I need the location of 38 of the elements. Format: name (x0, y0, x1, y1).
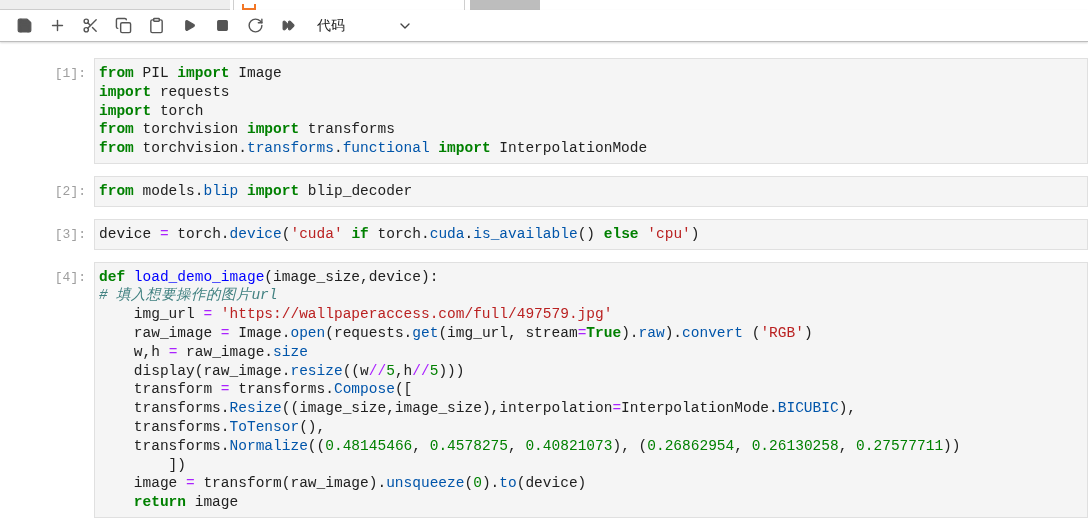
code-line: from PIL import Image (99, 64, 282, 83)
code-line: import torch (99, 101, 204, 121)
cell-type-dropdown[interactable]: 代码 (317, 12, 413, 39)
code-line: from torchvision import transforms (99, 120, 395, 140)
code-line: transforms.ToTensor(), (132, 417, 326, 437)
fast-forward-icon (282, 19, 295, 32)
code-line: return image (132, 493, 239, 512)
save-icon (16, 17, 33, 34)
scissors-icon (82, 17, 99, 34)
code-cell[interactable]: from PIL import Image import requests import torch from torchvision import transforms from torchvision.transforms.functional import InterpolationMode (94, 58, 1088, 164)
cell-prompt: [2]: (53, 183, 87, 201)
code-line: w,h = raw_image.size (132, 342, 308, 362)
code-cell[interactable]: from models.blip import blip_decoder (94, 176, 1088, 207)
plus-icon (49, 17, 66, 34)
stop-icon (216, 19, 229, 32)
code-line: ]) (167, 455, 186, 475)
code-line: transform = transforms.Compose([ (132, 380, 413, 400)
code-line: device = torch.device('cuda' if torch.cuda.is_available() else 'cpu') (99, 224, 700, 244)
code-line: def load_demo_image(image_size,device): (99, 267, 439, 287)
code-line: from models.blip import blip_decoder (99, 182, 413, 201)
copy-icon (115, 17, 132, 34)
clipboard-icon (148, 17, 165, 34)
code-line: raw_image = Image.open(requests.get(img_url, stream=True).raw).convert ('RGB') (132, 323, 813, 343)
code-line: img_url = 'https://wallpaperaccess.com/full/497579.jpg' (132, 305, 613, 324)
code-line: import requests (99, 82, 230, 102)
refresh-icon (247, 17, 264, 34)
play-icon (183, 19, 196, 32)
code-cell[interactable]: device = torch.device('cuda' if torch.cuda.is_available() else 'cpu') (94, 218, 1088, 250)
code-line: transforms.Normalize((0.48145466, 0.4578275, 0.40821073), (0.26862954, 0.26130258, 0.27577711)) (132, 436, 961, 456)
code-cell[interactable] (94, 261, 1088, 518)
code-line: from torchvision.transforms.functional import InterpolationMode (99, 139, 648, 158)
code-line: display(raw_image.resize((w//5,h//5))) (132, 361, 465, 381)
code-line: # 填入想要操作的图片url (99, 286, 278, 306)
code-line: transforms.Resize((image_size,image_size),interpolation=InterpolationMode.BICUBIC), (132, 399, 857, 418)
cell-prompt: [3]: (53, 225, 87, 244)
code-line: image = transform(raw_image).unsqueeze(0).to(device) (132, 474, 587, 494)
cell-prompt: [1]: (53, 65, 87, 83)
cell-prompt: [4]: (53, 268, 87, 287)
